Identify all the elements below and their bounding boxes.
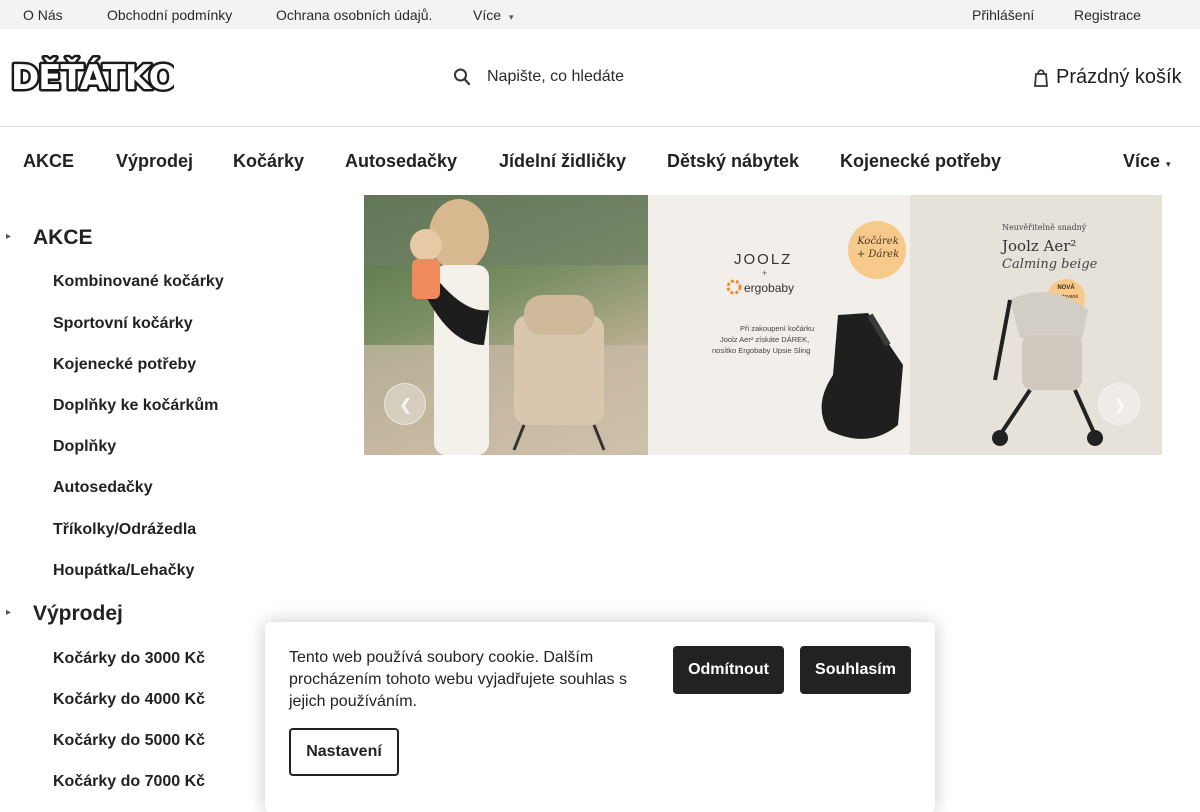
cookie-accept-button[interactable]: Souhlasím	[800, 646, 911, 694]
sidebar-item[interactable]: Tříkolky/Odrážedla	[53, 521, 196, 539]
nav-item-kocarky[interactable]: Kočárky	[233, 151, 304, 172]
logo-text-fill: DĚŤÁTKO	[11, 57, 174, 97]
banner-right-tagline: Neuvěřitelně snadný	[1002, 223, 1087, 232]
sidebar-item[interactable]: Houpátka/Lehačky	[53, 562, 194, 580]
promo-banner[interactable]: JOOLZ + ergobaby Při zakoupení kočárku J…	[364, 195, 1162, 455]
banner-promo-panel: JOOLZ + ergobaby Při zakoupení kočárku J…	[648, 195, 910, 455]
sidebar-item[interactable]: Kočárky do 3000 Kč	[53, 650, 205, 668]
topbar-more-label: Více	[473, 7, 502, 23]
carousel-next-button[interactable]: ❯	[1098, 383, 1140, 425]
banner-right-title: Joolz Aer²	[1002, 237, 1077, 255]
banner-gift-badge: Kočárek + Dárek	[848, 221, 906, 279]
banner-right-subtitle: Calming beige	[1002, 257, 1098, 272]
banner-brand-ergobaby: ergobaby	[744, 281, 795, 295]
cart-icon[interactable]	[1033, 66, 1049, 88]
topbar-more-dropdown[interactable]: Více ▾	[473, 7, 514, 23]
register-link[interactable]: Registrace	[1074, 7, 1141, 23]
sidebar-item[interactable]: Kojenecké potřeby	[53, 356, 196, 374]
cookie-settings-button[interactable]: Nastavení	[289, 728, 399, 776]
search-icon[interactable]	[453, 66, 471, 88]
nav-more-dropdown[interactable]: Více ▾	[1123, 151, 1171, 172]
sidebar-category-vyprodej[interactable]: Výprodej	[33, 602, 123, 626]
search-input[interactable]	[487, 66, 787, 88]
topbar-link-about[interactable]: O Nás	[23, 7, 63, 23]
chevron-left-icon: ❮	[399, 397, 413, 414]
login-link[interactable]: Přihlášení	[972, 7, 1034, 23]
nav-item-detsky-nabytek[interactable]: Dětský nábytek	[667, 151, 799, 172]
sidebar-item[interactable]: Kočárky do 4000 Kč	[53, 691, 205, 709]
carousel-prev-button[interactable]: ❮	[384, 383, 426, 425]
topbar-link-privacy[interactable]: Ochrana osobních údajů.	[276, 7, 432, 23]
nav-more-label: Více	[1123, 151, 1161, 171]
cart-label[interactable]: Prázdný košík	[1056, 66, 1182, 89]
baby-carrier-illustration	[821, 313, 903, 439]
chevron-down-icon: ▾	[1166, 159, 1171, 169]
nav-item-jidelni-zidlicky[interactable]: Jídelní židličky	[499, 151, 626, 172]
sidebar-item[interactable]: Sportovní kočárky	[53, 315, 193, 333]
cookie-decline-button[interactable]: Odmítnout	[673, 646, 784, 694]
sidebar-item[interactable]: Kočárky do 5000 Kč	[53, 732, 205, 750]
sidebar-item[interactable]: Kombinované kočárky	[53, 273, 224, 291]
sidebar-item[interactable]: Doplňky ke kočárkům	[53, 397, 218, 415]
nav-item-vyprodej[interactable]: Výprodej	[116, 151, 193, 172]
nav-item-kojenecke-potreby[interactable]: Kojenecké potřeby	[840, 151, 1001, 172]
header-divider	[0, 126, 1200, 127]
stroller-illustration	[992, 292, 1103, 446]
nav-item-akce[interactable]: AKCE	[23, 151, 74, 172]
banner-promo-line-3: nosítko Ergobaby Upsie Sling	[712, 346, 811, 355]
banner-brand-joolz: JOOLZ	[734, 251, 793, 268]
banner-promo-line-1: Při zakoupení kočárku	[740, 324, 815, 333]
banner-plus: +	[762, 268, 768, 278]
ergobaby-logo-icon	[726, 279, 742, 295]
expand-icon[interactable]: ▸	[6, 231, 11, 242]
topbar-link-terms[interactable]: Obchodní podmínky	[107, 7, 232, 23]
sidebar-item[interactable]: Kočárky do 7000 Kč	[53, 773, 205, 791]
chevron-down-icon: ▾	[509, 12, 514, 22]
expand-icon[interactable]: ▸	[6, 607, 11, 618]
sidebar-item[interactable]: Autosedačky	[53, 479, 153, 497]
banner-gift-badge-text: Kočárek + Dárek	[856, 236, 900, 260]
sidebar-item[interactable]: Doplňky	[53, 438, 116, 456]
top-utility-bar: O Nás Obchodní podmínky Ochrana osobních…	[0, 0, 1200, 29]
chevron-right-icon: ❯	[1113, 397, 1127, 414]
sidebar-category-akce[interactable]: AKCE	[33, 226, 93, 250]
cookie-message: Tento web používá soubory cookie. Dalším…	[289, 649, 627, 710]
site-logo[interactable]: DĚŤÁTKO DĚŤÁTKO	[9, 45, 174, 98]
nav-item-autosedacky[interactable]: Autosedačky	[345, 151, 457, 172]
banner-promo-line-2: Joolz Aer² získáte DÁREK,	[720, 335, 810, 344]
cookie-consent-bar: Tento web používá soubory cookie. Dalším…	[265, 622, 935, 812]
